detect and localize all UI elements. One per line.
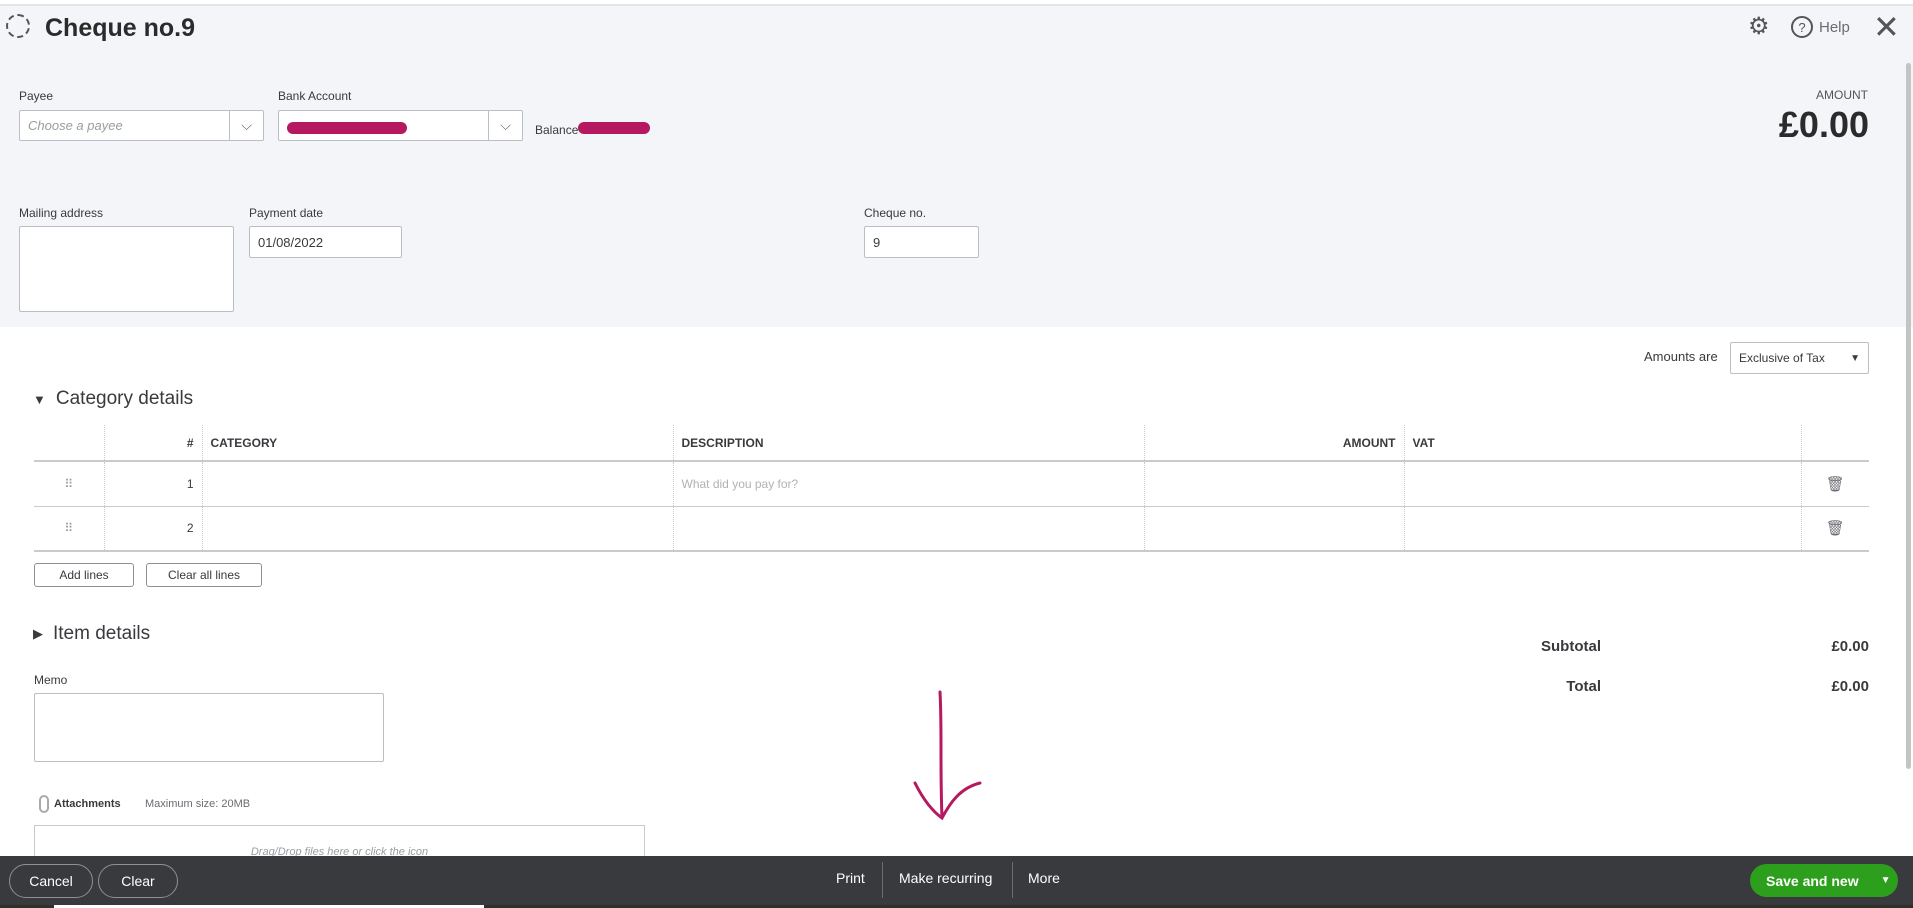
table-row[interactable]: ⠿ 1 What did you pay for? 🗑 (34, 461, 1869, 507)
caret-down-icon[interactable]: ▼ (1881, 875, 1891, 886)
column-header-vat: VAT (1403, 425, 1801, 462)
footer-divider (882, 862, 883, 898)
mailing-address-input[interactable] (19, 226, 234, 312)
total-value: £0.00 (1831, 678, 1869, 695)
cheque-no-label: Cheque no. (864, 206, 927, 220)
subtotal-label: Subtotal (1541, 638, 1601, 655)
payee-label: Payee (19, 89, 54, 103)
drag-handle-icon[interactable]: ⠿ (34, 461, 104, 507)
category-cell[interactable] (201, 461, 673, 507)
vat-cell[interactable] (1403, 506, 1801, 552)
make-recurring-button[interactable]: Make recurring (899, 870, 992, 886)
amount-cell[interactable] (1143, 506, 1404, 552)
caret-down-icon: ▼ (1850, 352, 1860, 364)
amount-label: AMOUNT (1816, 88, 1868, 102)
amounts-are-value: Exclusive of Tax (1739, 351, 1825, 365)
save-and-new-label: Save and new (1766, 872, 1859, 889)
description-cell[interactable]: What did you pay for? (672, 461, 1144, 507)
payment-date-value: 01/08/2022 (258, 234, 324, 250)
category-cell[interactable] (201, 506, 673, 552)
category-table: # CATEGORY DESCRIPTION AMOUNT VAT ⠿ 1 Wh… (34, 425, 1869, 552)
memo-input[interactable] (34, 693, 384, 762)
amounts-are-select[interactable]: Exclusive of Tax ▼ (1730, 342, 1869, 374)
caret-down-icon: ▼ (33, 391, 46, 407)
add-lines-button[interactable]: Add lines (34, 563, 134, 587)
payee-placeholder: Choose a payee (28, 118, 123, 133)
help-label: Help (1819, 18, 1850, 36)
print-button[interactable]: Print (836, 870, 865, 886)
drag-handle-icon[interactable]: ⠿ (34, 506, 104, 552)
redaction-mark (287, 121, 407, 134)
trash-column-header (1800, 425, 1869, 462)
subtotal-value: £0.00 (1831, 638, 1869, 655)
cheque-no-input[interactable]: 9 (864, 226, 979, 258)
footer-divider (1012, 862, 1013, 898)
row-number: 1 (103, 461, 202, 507)
cheque-no-value: 9 (873, 234, 881, 250)
balance-label: Balance (535, 123, 579, 137)
bank-account-select[interactable]: ⌵ (278, 110, 523, 141)
payment-date-label: Payment date (249, 206, 324, 220)
recent-transactions-icon[interactable] (6, 14, 30, 38)
amount-cell[interactable] (1143, 461, 1404, 507)
save-and-new-button[interactable]: Save and new ▼ (1750, 864, 1898, 897)
close-icon[interactable]: ✕ (1873, 8, 1900, 46)
chevron-down-icon: ⌵ (488, 111, 522, 140)
form-header (0, 4, 1913, 327)
table-header-row: # CATEGORY DESCRIPTION AMOUNT VAT (34, 425, 1869, 462)
amounts-are-label: Amounts are (1644, 349, 1718, 364)
amount-value: £0.00 (1778, 104, 1869, 145)
scrollbar[interactable] (1906, 63, 1911, 769)
bank-account-label: Bank Account (278, 89, 352, 103)
chevron-down-icon: ⌵ (229, 111, 263, 140)
settings-gear-icon[interactable]: ⚙ (1748, 12, 1770, 41)
annotation-arrow (913, 690, 982, 821)
payment-date-input[interactable]: 01/08/2022 (249, 226, 402, 258)
item-details-title: Item details (53, 623, 151, 644)
memo-label: Memo (34, 673, 68, 687)
category-details-toggle[interactable]: ▼ Category details (33, 388, 193, 410)
total-label: Total (1566, 678, 1601, 695)
payee-select[interactable]: Choose a payee ⌵ (19, 110, 264, 141)
category-details-title: Category details (55, 388, 194, 409)
table-row[interactable]: ⠿ 2 🗑 (34, 506, 1869, 552)
caret-right-icon: ▶ (33, 626, 43, 641)
clear-all-lines-button[interactable]: Clear all lines (146, 563, 262, 587)
trash-icon[interactable]: 🗑 (1800, 461, 1869, 507)
redaction-mark (578, 122, 650, 134)
column-header-amount: AMOUNT (1143, 425, 1404, 462)
row-number: 2 (103, 506, 202, 552)
attachments-label: Attachments (54, 798, 121, 810)
more-button[interactable]: More (1028, 870, 1060, 886)
item-details-toggle[interactable]: ▶ Item details (33, 623, 150, 645)
column-header-num: # (103, 425, 202, 462)
help-icon: ? (1791, 16, 1813, 38)
help-button[interactable]: ? Help (1791, 16, 1850, 38)
cancel-button[interactable]: Cancel (9, 864, 93, 898)
trash-icon[interactable]: 🗑 (1800, 506, 1869, 552)
paperclip-icon (39, 795, 49, 813)
max-size-text: Maximum size: 20MB (145, 798, 251, 810)
clear-button[interactable]: Clear (98, 864, 178, 898)
vat-cell[interactable] (1403, 461, 1801, 507)
description-cell[interactable] (672, 506, 1144, 552)
column-header-description: DESCRIPTION (672, 425, 1144, 462)
drag-column-header (34, 425, 104, 462)
column-header-category: CATEGORY (201, 425, 673, 462)
page-title: Cheque no.9 (45, 14, 196, 42)
mailing-address-label: Mailing address (19, 206, 104, 220)
